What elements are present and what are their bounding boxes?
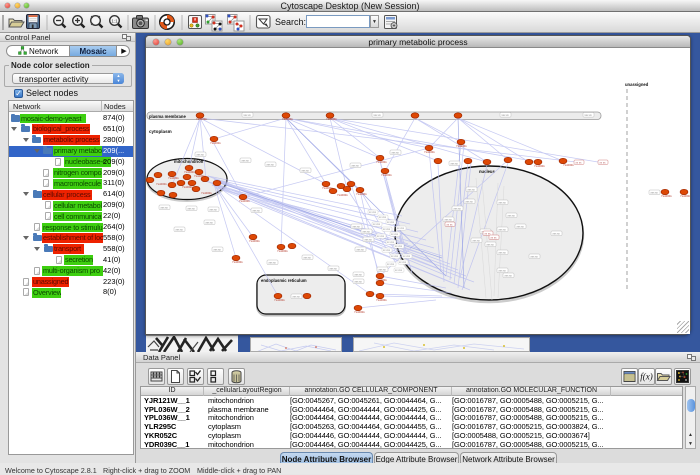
svg-text:xxx xx: xxx xx — [445, 218, 453, 221]
svg-text:xxx xx: xxx xx — [253, 209, 261, 212]
svg-text:plasma membrane: plasma membrane — [149, 114, 186, 119]
svg-text:xx xxx: xx xxx — [399, 261, 407, 264]
svg-text:cytoplasm: cytoplasm — [149, 129, 172, 134]
svg-text:unassigned: unassigned — [625, 82, 649, 87]
svg-text:xx xx: xx xx — [491, 236, 498, 239]
svg-text:xxx xx: xxx xx — [505, 274, 513, 277]
svg-text:xxx xx: xxx xx — [468, 188, 476, 191]
svg-text:xxx xx: xxx xx — [355, 280, 363, 283]
svg-text:1:1: 1:1 — [111, 19, 118, 24]
svg-text:xxx xx: xxx xx — [517, 225, 525, 228]
svg-text:xx xxx: xx xxx — [379, 216, 387, 219]
svg-text:xx xxx: xx xxx — [391, 233, 399, 236]
svg-text:xxx xx: xxx xx — [473, 239, 481, 242]
svg-text:mitochondrion: mitochondrion — [174, 159, 204, 164]
svg-text:xx xxx: xx xxx — [369, 211, 377, 214]
svg-text:xxx xx: xxx xx — [206, 221, 214, 224]
svg-text:xx xxx: xx xxx — [395, 245, 403, 248]
svg-text:xx xxx: xx xxx — [387, 241, 395, 244]
svg-text:xxx xx: xxx xx — [242, 159, 250, 162]
svg-text:Yxx000x: Yxx000x — [156, 182, 167, 186]
svg-text:xx xxx: xx xxx — [387, 221, 395, 224]
svg-text:xxx xx: xxx xx — [466, 200, 474, 203]
svg-text:xx xxx: xx xxx — [383, 249, 391, 252]
svg-text:xxx xx: xxx xx — [499, 201, 507, 204]
svg-text:xx xxx: xx xxx — [391, 255, 399, 258]
svg-text:xxx xx: xxx xx — [161, 206, 169, 209]
svg-text:xxx xx: xxx xx — [499, 269, 507, 272]
svg-text:xxx xx: xxx xx — [508, 214, 516, 217]
svg-text:xxx xx: xxx xx — [502, 114, 510, 117]
svg-text:xxx xx: xxx xx — [197, 153, 205, 156]
svg-text:xxx xx: xxx xx — [553, 232, 561, 235]
svg-text:xxx xx: xxx xx — [451, 162, 459, 165]
svg-text:xxx xx: xxx xx — [214, 248, 222, 251]
svg-text:xxx xx: xxx xx — [487, 243, 495, 246]
svg-text:xx xxx: xx xxx — [387, 263, 395, 266]
svg-text:xxx xx: xxx xx — [379, 268, 387, 271]
svg-text:xxx xx: xxx xx — [269, 261, 277, 264]
svg-text:xxx xx: xxx xx — [392, 151, 400, 154]
svg-text:xxx xx: xxx xx — [352, 164, 360, 167]
svg-text:xxx xx: xxx xx — [355, 273, 363, 276]
svg-text:xxx xx: xxx xx — [188, 207, 196, 210]
svg-text:xx xxx: xx xxx — [397, 227, 405, 230]
svg-text:xxx xx: xxx xx — [176, 228, 184, 231]
svg-text:xxx xx: xxx xx — [353, 225, 361, 228]
svg-text:xxx xx: xxx xx — [363, 230, 371, 233]
svg-text:xxx xx: xxx xx — [499, 251, 507, 254]
svg-text:xxx xx: xxx xx — [304, 256, 312, 259]
svg-text:xxx xx: xxx xx — [244, 114, 252, 117]
svg-text:xxx xx: xxx xx — [210, 208, 218, 211]
svg-text:xx xxx: xx xxx — [377, 235, 385, 238]
svg-text:xx xxx: xx xxx — [403, 255, 411, 258]
svg-text:xx xx: xx xx — [447, 223, 454, 226]
svg-text:xx xx: xx xx — [600, 161, 607, 164]
svg-text:f(x): f(x) — [640, 372, 653, 382]
svg-text:xxx xx: xxx xx — [267, 163, 275, 166]
svg-text:xx xxx: xx xxx — [395, 269, 403, 272]
svg-text:xxx xx: xxx xx — [531, 255, 539, 258]
svg-text:xx xx: xx xx — [576, 161, 583, 164]
svg-text:xxx xx: xxx xx — [585, 114, 593, 117]
svg-text:xxx xx: xxx xx — [374, 114, 382, 117]
svg-text:Yxx000x: Yxx000x — [337, 193, 348, 197]
svg-text:xx xxx: xx xxx — [383, 228, 391, 231]
svg-text:xxx xx: xxx xx — [365, 238, 373, 241]
svg-text:xx xxx: xx xxx — [373, 223, 381, 226]
svg-text:xxx xx: xxx xx — [651, 191, 659, 194]
svg-text:xxx xx: xxx xx — [454, 207, 462, 210]
svg-text:xxx xx: xxx xx — [357, 248, 365, 251]
svg-text:xxx xx: xxx xx — [499, 228, 507, 231]
svg-text:xxx xx: xxx xx — [330, 267, 338, 270]
svg-text:xxx xx: xxx xx — [293, 295, 301, 298]
svg-text:xxx xx: xxx xx — [302, 169, 310, 172]
svg-text:Yxx000x: Yxx000x — [201, 191, 212, 195]
